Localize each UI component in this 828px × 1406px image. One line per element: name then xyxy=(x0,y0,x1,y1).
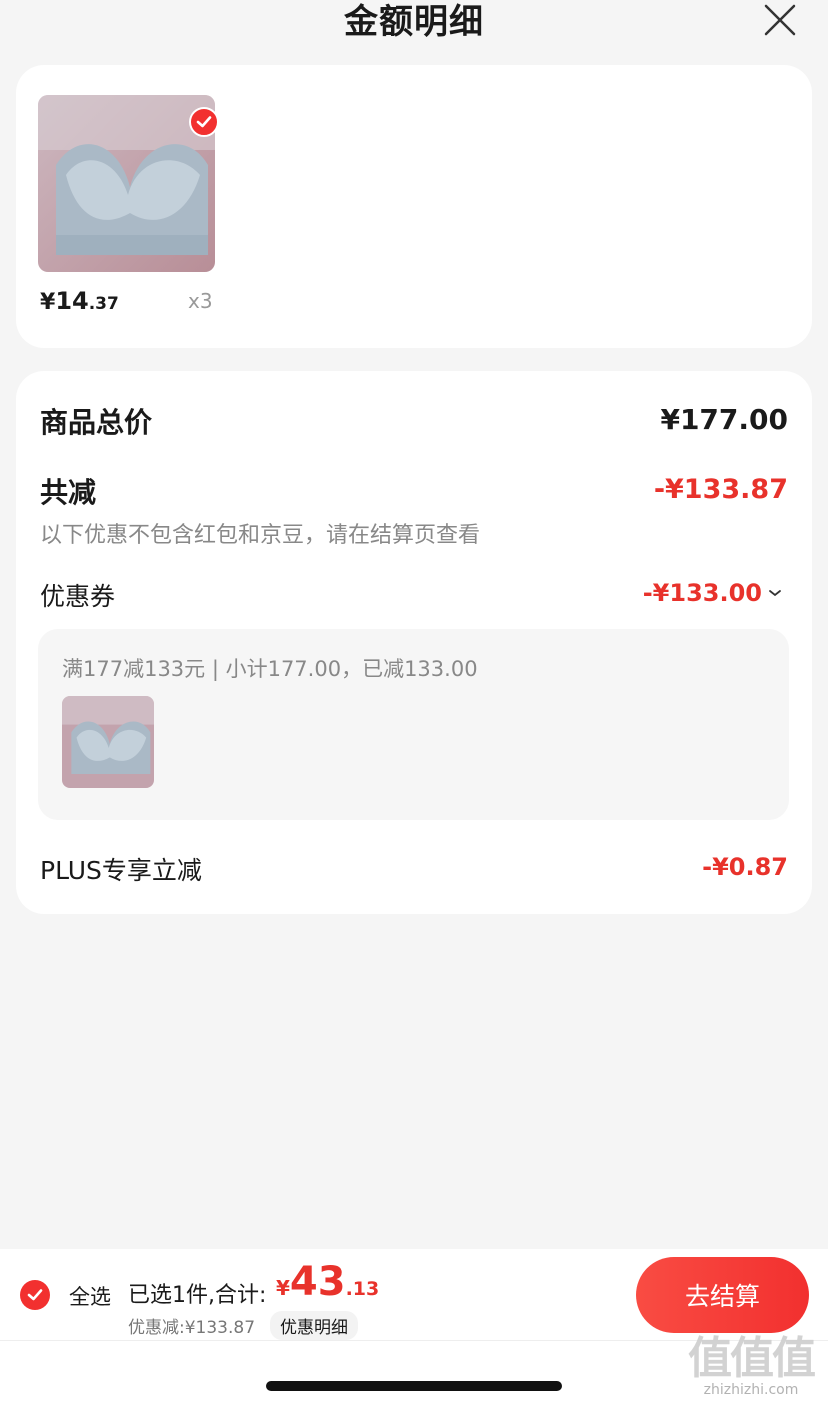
plus-discount-label: PLUS专享立减 xyxy=(40,856,202,885)
chevron-down-icon xyxy=(769,590,781,597)
select-all-checkbox[interactable] xyxy=(20,1280,50,1310)
total-reduce-label: 共减 xyxy=(40,476,97,509)
page-title: 金额明细 xyxy=(344,2,484,42)
plus-discount-value: -¥0.87 xyxy=(702,853,788,881)
header: 金额明细 xyxy=(0,0,828,44)
close-icon[interactable] xyxy=(762,2,798,38)
selected-count-text: 已选1件,合计: xyxy=(128,1283,267,1308)
check-icon xyxy=(196,116,212,128)
total-amount: ¥43.13 xyxy=(276,1259,380,1305)
price-detail-card: 商品总价 ¥177.00 共减 -¥133.87 以下优惠不包含红包和京豆，请在… xyxy=(16,371,812,914)
coupon-label: 优惠券 xyxy=(40,582,116,611)
home-indicator xyxy=(266,1381,562,1391)
coupon-description: 满177减133元 | 小计177.00，已减133.00 xyxy=(62,657,478,681)
total-price-label: 商品总价 xyxy=(40,406,153,439)
total-reduce-value: -¥133.87 xyxy=(653,474,788,505)
total-price-value: ¥177.00 xyxy=(660,403,788,436)
product-card: ¥14.37 x3 xyxy=(16,65,812,348)
discount-detail-button[interactable]: 优惠明细 xyxy=(270,1311,358,1340)
select-all-label[interactable]: 全选 xyxy=(69,1281,111,1311)
coupon-toggle[interactable]: -¥133.00 xyxy=(643,579,782,607)
reduce-note: 以下优惠不包含红包和京豆，请在结算页查看 xyxy=(40,523,481,548)
product-checkbox[interactable] xyxy=(189,107,219,137)
coupon-product-image xyxy=(62,696,154,788)
product-price: ¥14.37 xyxy=(40,287,119,315)
coupon-detail-box: 满177减133元 | 小计177.00，已减133.00 xyxy=(38,629,789,820)
discount-summary: 优惠减:¥133.87 xyxy=(128,1318,256,1338)
product-quantity: x3 xyxy=(188,289,213,313)
watermark: 值值值 zhizhizhi.com xyxy=(688,1333,816,1398)
coupon-value: -¥133.00 xyxy=(642,579,762,607)
check-icon xyxy=(27,1289,43,1301)
